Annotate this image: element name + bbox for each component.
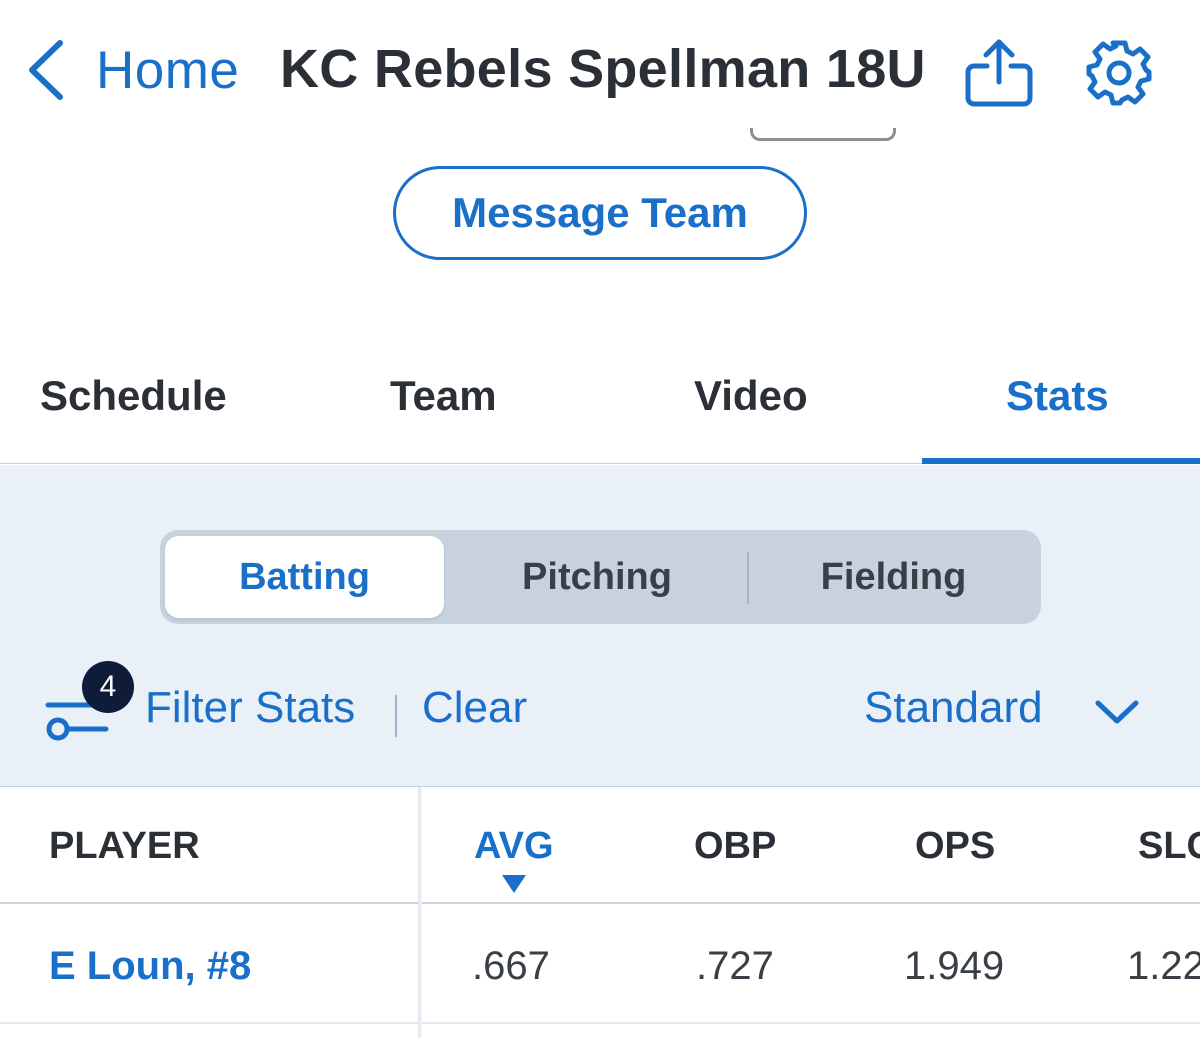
back-label: Home bbox=[96, 40, 240, 100]
cell-slg: 1.22 bbox=[1127, 944, 1200, 988]
back-button[interactable]: Home bbox=[22, 30, 239, 110]
segment-divider bbox=[747, 552, 749, 604]
tab-stats[interactable]: Stats bbox=[1006, 372, 1109, 420]
tab-team[interactable]: Team bbox=[390, 372, 497, 420]
page-title: KC Rebels Spellman 18U bbox=[280, 39, 926, 99]
stat-type-segmented-control: Batting Pitching Fielding bbox=[160, 530, 1041, 624]
sort-descending-icon bbox=[502, 875, 526, 893]
partial-element-edge bbox=[750, 128, 896, 141]
segment-batting[interactable]: Batting bbox=[165, 536, 444, 618]
filter-stats-button[interactable]: Filter Stats bbox=[145, 683, 355, 733]
batting-stats-table: PLAYER AVG OBP OPS SLG E Loun, #8 .667 .… bbox=[0, 787, 1200, 1038]
filter-count-badge: 4 bbox=[82, 661, 134, 713]
filter-separator bbox=[395, 695, 397, 737]
column-header-avg[interactable]: AVG bbox=[474, 825, 554, 868]
tab-schedule[interactable]: Schedule bbox=[40, 372, 227, 420]
cell-avg: .667 bbox=[472, 944, 550, 988]
tab-bar: Schedule Team Video Stats bbox=[0, 350, 1200, 464]
frozen-column-divider bbox=[418, 787, 422, 1038]
filter-row: 4 Filter Stats Clear Standard bbox=[0, 655, 1200, 765]
cell-obp: .727 bbox=[696, 944, 774, 988]
column-header-obp[interactable]: OBP bbox=[694, 825, 776, 868]
chevron-left-icon bbox=[29, 40, 63, 100]
message-team-button[interactable]: Message Team bbox=[393, 166, 807, 260]
chevron-down-icon[interactable] bbox=[1094, 697, 1140, 727]
table-row: E Loun, #8 .667 .727 1.949 1.22 bbox=[0, 906, 1200, 1024]
table-header: PLAYER AVG OBP OPS SLG bbox=[0, 787, 1200, 904]
team-stats-screen: Home KC Rebels Spellman 18U Message Team… bbox=[0, 0, 1200, 1038]
share-icon[interactable] bbox=[962, 36, 1036, 110]
tab-video[interactable]: Video bbox=[694, 372, 808, 420]
cell-ops: 1.949 bbox=[904, 944, 1005, 988]
column-header-ops[interactable]: OPS bbox=[915, 825, 995, 868]
active-tab-indicator bbox=[922, 458, 1200, 464]
stat-view-dropdown[interactable]: Standard bbox=[864, 683, 1043, 733]
nav-header: Home KC Rebels Spellman 18U bbox=[0, 0, 1200, 141]
stats-controls-panel: Batting Pitching Fielding 4 Filter Stats… bbox=[0, 465, 1200, 787]
column-header-player[interactable]: PLAYER bbox=[49, 825, 200, 868]
segment-pitching[interactable]: Pitching bbox=[450, 536, 744, 618]
clear-filters-button[interactable]: Clear bbox=[422, 683, 527, 733]
column-header-slg[interactable]: SLG bbox=[1138, 825, 1200, 868]
segment-fielding[interactable]: Fielding bbox=[750, 536, 1037, 618]
gear-icon[interactable] bbox=[1084, 38, 1154, 108]
player-name-link[interactable]: E Loun, #8 bbox=[49, 944, 251, 989]
